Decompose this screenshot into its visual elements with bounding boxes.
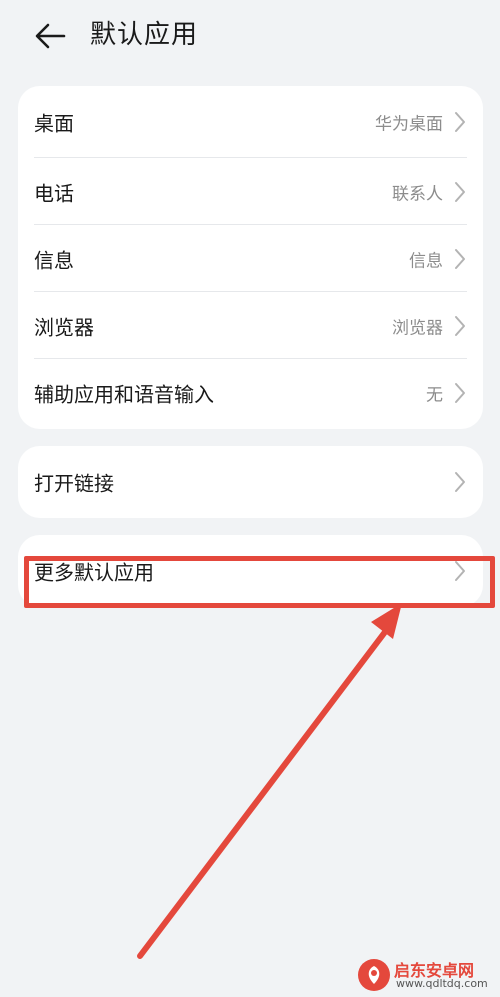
watermark-logo-icon [358,959,390,991]
page-title: 默认应用 [90,20,199,50]
chevron-right-icon [455,561,465,581]
row-value: 联系人 [392,184,443,204]
chevron-right-icon [455,248,465,269]
row-messages[interactable]: 信息 信息 [18,225,483,292]
watermark-url: www.qdltdq.com [396,977,488,990]
row-desktop[interactable]: 桌面 华为桌面 [18,86,483,158]
chevron-right-icon [455,315,465,336]
row-value: 无 [426,385,443,405]
row-value: 信息 [409,251,443,271]
row-assist-voice-input[interactable]: 辅助应用和语音输入 无 [18,359,483,426]
row-label: 辅助应用和语音输入 [34,382,214,406]
row-label: 信息 [34,248,74,272]
open-links-card: 打开链接 [18,446,483,518]
row-label: 桌面 [34,111,74,136]
row-phone[interactable]: 电话 联系人 [18,158,483,225]
default-apps-card: 桌面 华为桌面 电话 联系人 信息 信息 浏览器 浏览器 辅助应用和语音输入 无 [18,86,483,429]
row-label: 电话 [34,181,74,205]
row-browser[interactable]: 浏览器 浏览器 [18,292,483,359]
row-more-default-apps[interactable]: 更多默认应用 [18,535,483,607]
row-label: 浏览器 [34,315,94,339]
back-button[interactable] [30,16,70,56]
row-label: 更多默认应用 [34,560,154,585]
chevron-right-icon [455,112,465,132]
watermark: 启东安卓网 www.qdltdq.com [356,955,496,995]
title-bar: 默认应用 [0,0,500,70]
arrow-left-icon [35,23,66,49]
row-open-links[interactable]: 打开链接 [18,446,483,518]
chevron-right-icon [455,181,465,202]
row-value: 华为桌面 [375,114,443,135]
chevron-right-icon [455,472,465,492]
more-default-apps-card: 更多默认应用 [18,535,483,607]
chevron-right-icon [455,382,465,403]
row-value: 浏览器 [392,318,443,338]
row-label: 打开链接 [34,471,114,496]
